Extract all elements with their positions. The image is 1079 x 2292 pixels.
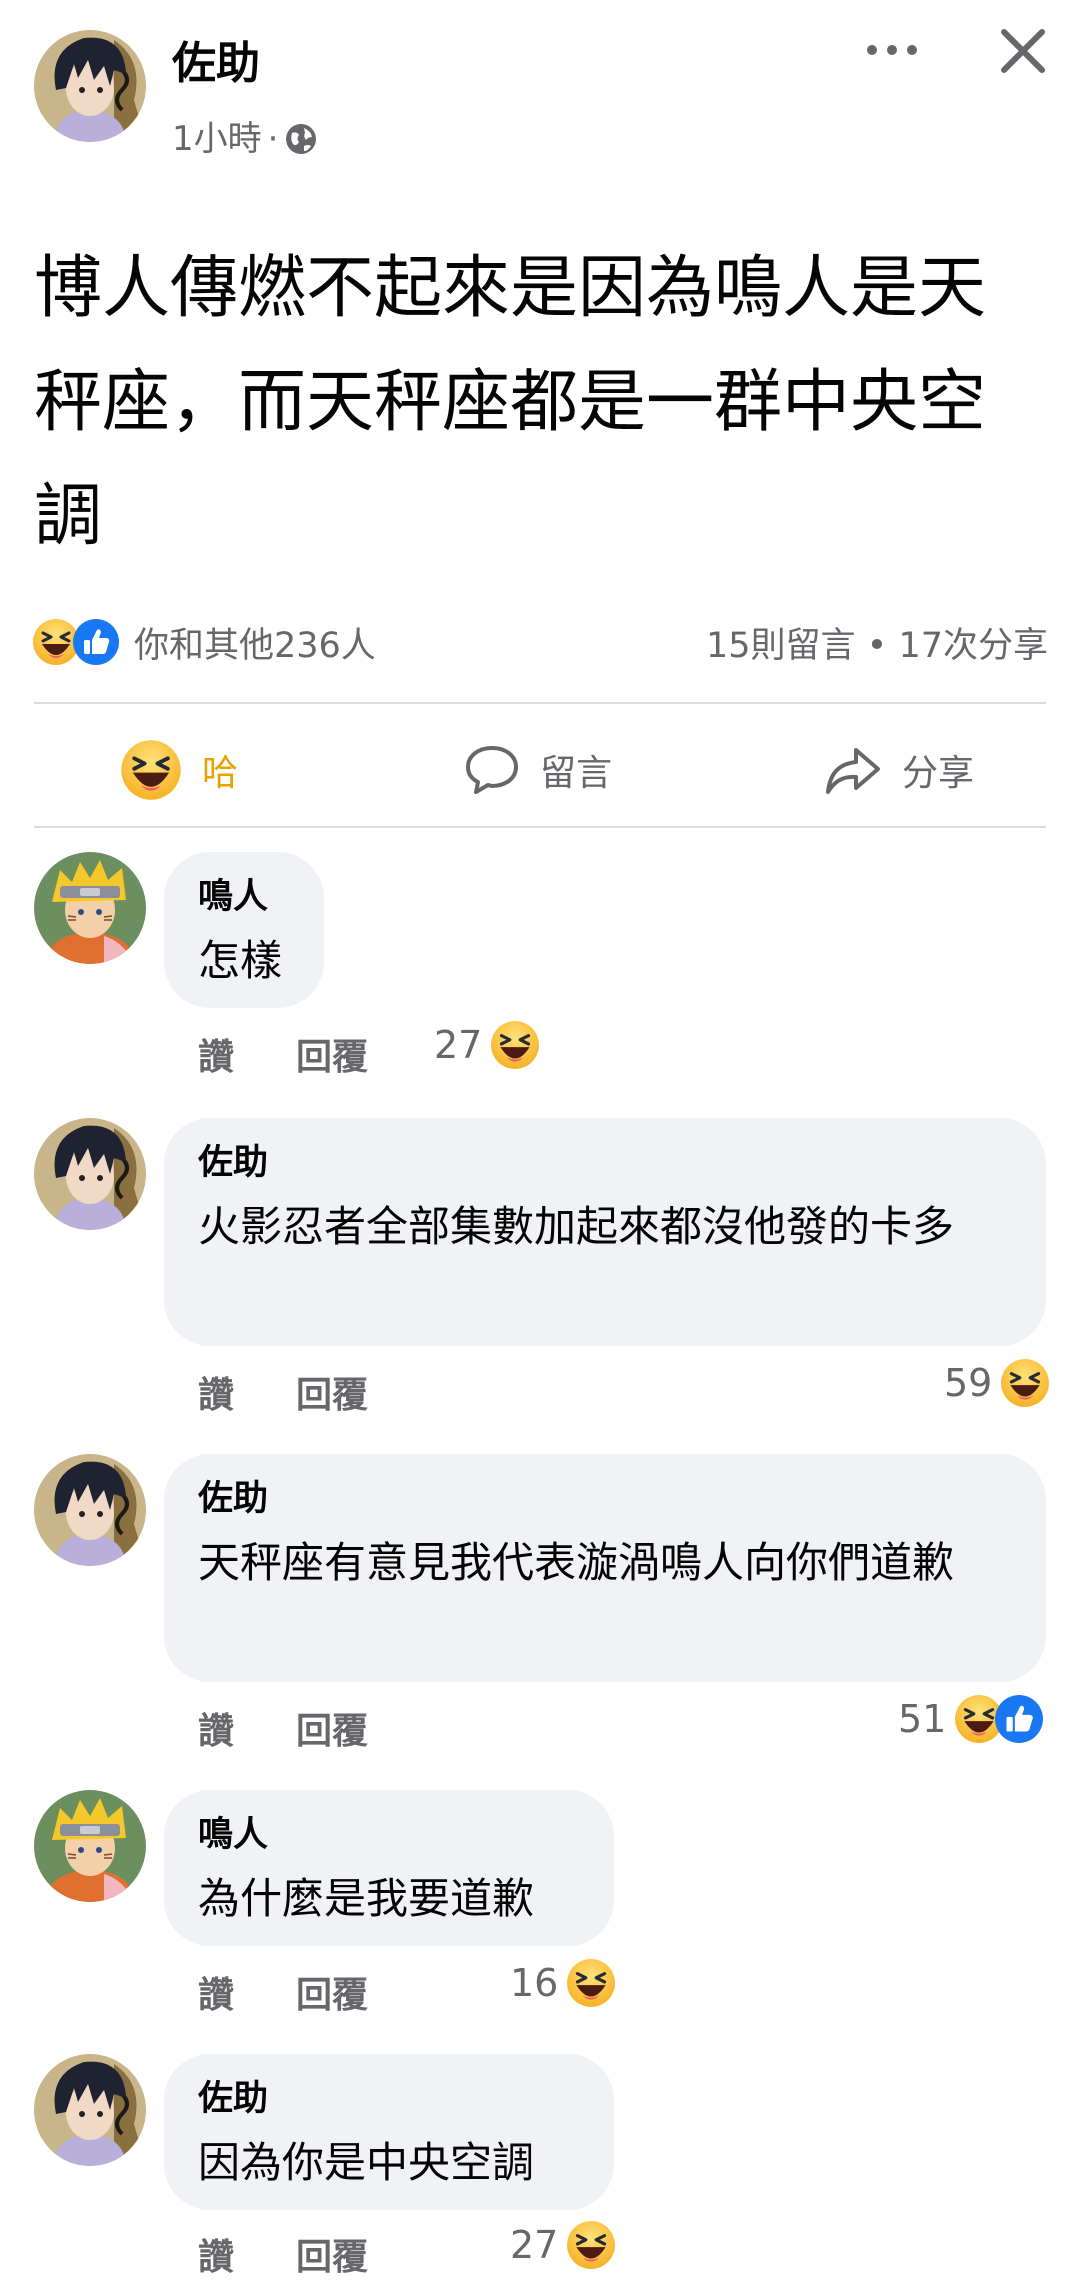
reaction-summary: 你和其他236人 15則留言 • 17次分享 — [32, 612, 1048, 672]
counts-dot: • — [866, 625, 888, 666]
sasuke-avatar-image — [34, 2054, 146, 2166]
comment-reaction-count[interactable]: 27 — [434, 1020, 540, 1070]
like-comment-button[interactable]: 讚 — [198, 1028, 234, 1080]
reply-button[interactable]: 回覆 — [296, 1366, 368, 1418]
like-reaction-icon — [994, 1694, 1044, 1744]
comment-author[interactable]: 鳴人 — [198, 872, 290, 922]
globe-icon — [286, 124, 317, 154]
post-text: 博人傳燃不起來是因為鳴人是天秤座，而天秤座都是一群中央空調 — [34, 249, 987, 556]
comment-author[interactable]: 鳴人 — [198, 1810, 580, 1860]
reaction-icons — [32, 618, 120, 666]
like-comment-button[interactable]: 讚 — [198, 1366, 234, 1418]
comment-share-counts: 15則留言 • 17次分享 — [706, 617, 1048, 668]
comment-bubble: 佐助 天秤座有意見我代表漩渦鳴人向你們道歉 — [164, 1454, 1046, 1682]
reaction-count-number: 27 — [434, 1023, 483, 1067]
comment-text: 怎樣 — [198, 936, 283, 985]
reaction-count-number: 51 — [898, 1697, 947, 1741]
like-comment-button[interactable]: 讚 — [198, 1702, 234, 1754]
reply-button[interactable]: 回覆 — [296, 1028, 368, 1080]
close-icon[interactable] — [996, 24, 1050, 78]
naruto-avatar-image — [34, 852, 146, 964]
comment-reaction-count[interactable]: 59 — [944, 1358, 1050, 1408]
comments-count[interactable]: 15則留言 — [706, 626, 856, 666]
reaction-count-number: 16 — [510, 1961, 559, 2005]
shares-count[interactable]: 17次分享 — [898, 626, 1048, 666]
comment-bubble: 鳴人 為什麼是我要道歉 — [164, 1790, 614, 1946]
comment-bubble: 鳴人 怎樣 — [164, 852, 324, 1008]
like-comment-button[interactable]: 讚 — [198, 2228, 234, 2280]
reply-button[interactable]: 回覆 — [296, 2228, 368, 2280]
comment-author[interactable]: 佐助 — [198, 1474, 1012, 1524]
commenter-avatar[interactable] — [34, 852, 146, 964]
comment-text: 天秤座有意見我代表漩渦鳴人向你們道歉 — [198, 1538, 955, 1587]
haha-reaction-icon — [566, 1958, 616, 2008]
post-time[interactable]: 1小時 — [172, 114, 262, 164]
haha-reaction-icon — [1000, 1358, 1050, 1408]
sasuke-avatar-image — [34, 1454, 146, 1566]
meta-separator: · — [267, 119, 279, 159]
divider — [34, 702, 1046, 704]
haha-reaction-icon — [566, 2220, 616, 2270]
post-meta: 1小時 · — [172, 114, 318, 164]
share-label: 分享 — [902, 753, 975, 794]
comment-text: 火影忍者全部集數加起來都沒他發的卡多 — [198, 1202, 955, 1251]
commenter-avatar[interactable] — [34, 1118, 146, 1230]
comment-bubble: 佐助 因為你是中央空調 — [164, 2054, 614, 2210]
divider — [34, 826, 1046, 828]
reactions-button[interactable]: 你和其他236人 — [32, 617, 376, 668]
commenter-avatar[interactable] — [34, 1454, 146, 1566]
comment-label: 留言 — [540, 753, 613, 794]
comment-author[interactable]: 佐助 — [198, 1138, 1012, 1188]
comment-text: 為什麼是我要道歉 — [198, 1874, 535, 1923]
haha-button[interactable]: 哈 — [120, 730, 238, 810]
more-options-icon[interactable] — [862, 30, 922, 70]
reaction-count-number: 59 — [944, 1361, 993, 1405]
commenter-avatar[interactable] — [34, 2054, 146, 2166]
like-reaction-icon — [72, 618, 120, 666]
reaction-count-number: 27 — [510, 2223, 559, 2267]
post-author-name[interactable]: 佐助 — [172, 34, 260, 94]
comment-icon — [466, 746, 518, 794]
comment-reaction-count[interactable]: 27 — [510, 2220, 616, 2270]
sasuke-avatar-image — [34, 1118, 146, 1230]
comment-author[interactable]: 佐助 — [198, 2074, 580, 2124]
comment-bubble: 佐助 火影忍者全部集數加起來都沒他發的卡多 — [164, 1118, 1046, 1346]
sasuke-avatar-image — [34, 30, 146, 142]
comment-reaction-count[interactable]: 51 — [898, 1694, 1044, 1744]
haha-label: 哈 — [202, 753, 239, 794]
reply-button[interactable]: 回覆 — [296, 1966, 368, 2018]
reaction-icons — [954, 1694, 1044, 1744]
reactions-text: 你和其他236人 — [134, 625, 376, 666]
reply-button[interactable]: 回覆 — [296, 1702, 368, 1754]
author-avatar[interactable] — [34, 30, 146, 142]
like-comment-button[interactable]: 讚 — [198, 1966, 234, 2018]
share-icon — [826, 748, 880, 794]
haha-icon — [120, 739, 182, 801]
naruto-avatar-image — [34, 1790, 146, 1902]
comment-reaction-count[interactable]: 16 — [510, 1958, 616, 2008]
haha-reaction-icon — [490, 1020, 540, 1070]
comment-text: 因為你是中央空調 — [198, 2138, 535, 2187]
comment-button[interactable]: 留言 — [464, 730, 612, 810]
share-button[interactable]: 分享 — [824, 730, 974, 810]
commenter-avatar[interactable] — [34, 1790, 146, 1902]
